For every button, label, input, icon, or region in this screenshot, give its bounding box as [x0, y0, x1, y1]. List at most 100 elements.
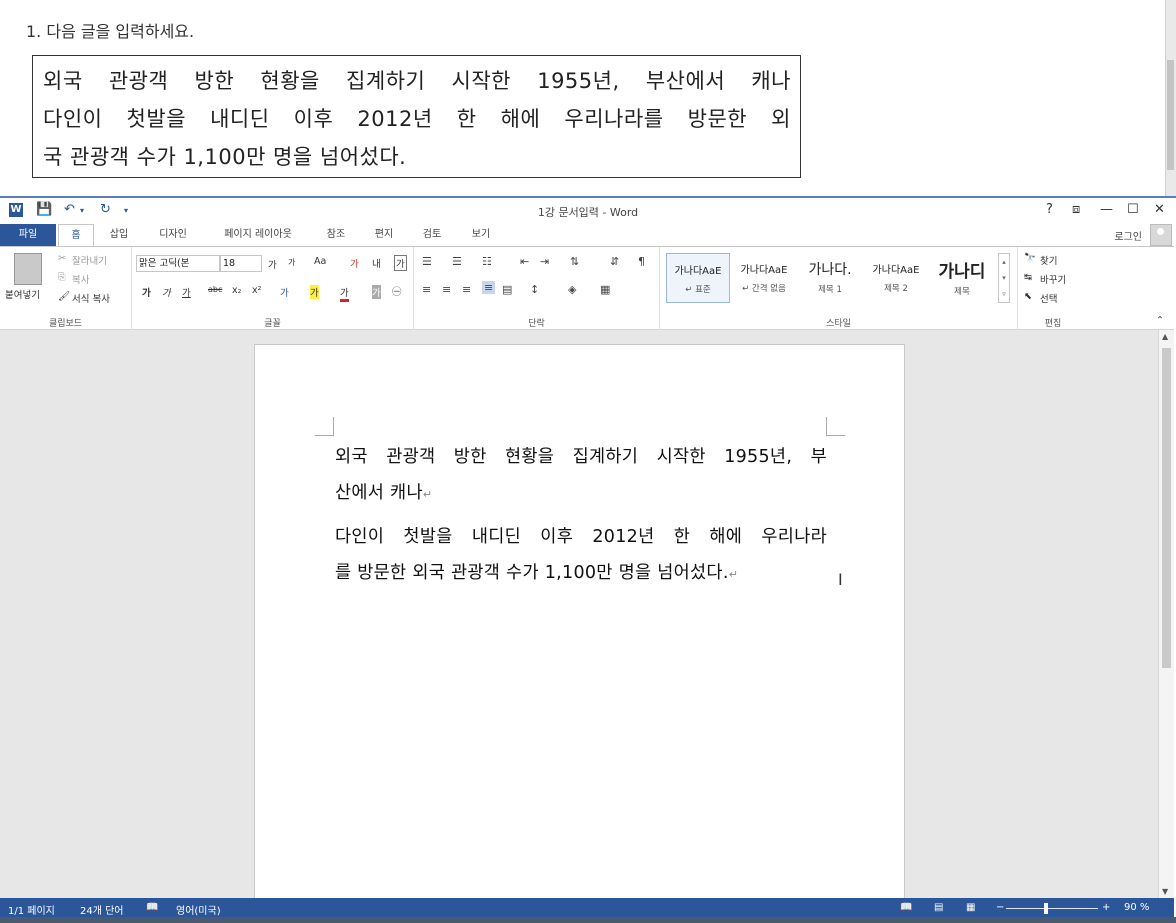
align-left-icon[interactable]: ≡: [422, 283, 431, 296]
text-effects-button[interactable]: 가: [280, 285, 289, 299]
font-color-button[interactable]: 가: [340, 285, 349, 302]
web-layout-icon[interactable]: ▦: [966, 902, 975, 913]
scroll-up-icon[interactable]: ▲: [1162, 332, 1168, 341]
scroll-thumb[interactable]: [1162, 348, 1171, 668]
style-sample: 가나다AaE: [674, 266, 722, 277]
decrease-indent-icon[interactable]: ⇤: [520, 255, 529, 268]
passage-line: 외국 관광객 방한 현황을 집계하기 시작한 1955년, 부산에서 캐나: [43, 69, 791, 93]
tab-references[interactable]: 참조: [316, 224, 356, 246]
grow-font-button[interactable]: 가: [268, 257, 277, 271]
document-line[interactable]: 외국 관광객 방한 현황을 집계하기 시작한 1955년, 부: [335, 443, 827, 468]
zoom-level[interactable]: 90 %: [1124, 902, 1149, 913]
style-normal[interactable]: 가나다AaE ↵ 표준: [666, 253, 730, 303]
justify-icon[interactable]: ≡: [482, 281, 496, 294]
font-name-combo[interactable]: 맑은 고딕(본: [136, 255, 220, 272]
proofing-icon[interactable]: 📖: [146, 902, 158, 913]
document-line[interactable]: 다인이 첫발을 내디딘 이후 2012년 한 해에 우리나라: [335, 523, 827, 548]
numbering-icon[interactable]: ☰: [452, 255, 462, 268]
avatar[interactable]: [1150, 224, 1172, 246]
cut-button[interactable]: 잘라내기: [72, 253, 107, 267]
style-heading-2[interactable]: 가나다AaE 제목 2: [864, 253, 928, 303]
asian-layout-icon[interactable]: ⇅: [570, 255, 579, 268]
vertical-scrollbar[interactable]: ▲ ▼: [1158, 330, 1174, 898]
select-icon: ⬉: [1024, 291, 1032, 302]
increase-indent-icon[interactable]: ⇥: [540, 255, 549, 268]
style-no-spacing[interactable]: 가나다AaE ↵ 간격 없음: [732, 253, 796, 303]
paste-button[interactable]: 붙여넣기: [5, 287, 40, 301]
copy-icon: ⎘: [58, 272, 66, 283]
underline-button[interactable]: 가: [182, 285, 191, 299]
minimize-button[interactable]: —: [1100, 202, 1113, 217]
tab-review[interactable]: 검토: [412, 224, 452, 246]
word-count[interactable]: 24개 단어: [80, 902, 124, 917]
find-button[interactable]: 찾기: [1040, 253, 1057, 267]
scroll-down-icon[interactable]: ▼: [1162, 887, 1168, 896]
replace-button[interactable]: 바꾸기: [1040, 272, 1066, 286]
clear-formatting-button[interactable]: 가: [350, 256, 359, 270]
document-area[interactable]: 외국 관광객 방한 현황을 집계하기 시작한 1955년, 부 산에서 캐나↵ …: [0, 330, 1158, 898]
tab-insert[interactable]: 삽입: [100, 224, 138, 246]
italic-button[interactable]: 가: [162, 285, 171, 299]
tab-design[interactable]: 디자인: [146, 224, 200, 246]
show-marks-icon[interactable]: ¶: [638, 255, 645, 268]
phonetic-guide-button[interactable]: 내: [372, 256, 381, 270]
sheet-scrollbar[interactable]: [1165, 0, 1176, 196]
bold-button[interactable]: 가: [142, 285, 151, 299]
character-border-button[interactable]: 가: [394, 255, 407, 271]
tab-home[interactable]: 홈: [58, 224, 94, 247]
maximize-button[interactable]: ☐: [1127, 202, 1139, 217]
zoom-slider-thumb[interactable]: [1044, 903, 1048, 914]
document-line[interactable]: 산에서 캐나↵: [335, 479, 827, 504]
shading-icon[interactable]: ◈: [568, 283, 576, 296]
close-button[interactable]: ✕: [1154, 202, 1165, 217]
style-title[interactable]: 가나디 제목: [930, 253, 994, 303]
paragraph-mark: ↵: [422, 488, 433, 501]
character-shading-button[interactable]: 가: [372, 285, 381, 299]
line-spacing-icon[interactable]: ↕: [530, 283, 539, 296]
style-name: 제목 1: [818, 285, 842, 295]
superscript-button[interactable]: x²: [252, 285, 261, 296]
page-count[interactable]: 1/1 페이지: [8, 902, 55, 917]
style-heading-1[interactable]: 가나다. 제목 1: [798, 253, 862, 303]
shrink-font-button[interactable]: 가: [288, 257, 295, 268]
login-link[interactable]: 로그인: [1114, 228, 1142, 243]
multilevel-list-icon[interactable]: ☷: [482, 255, 492, 268]
subscript-button[interactable]: x₂: [232, 285, 241, 296]
borders-icon[interactable]: ▦: [600, 283, 610, 296]
read-mode-icon[interactable]: 📖: [900, 902, 912, 913]
sort-icon[interactable]: ⇵: [610, 255, 619, 268]
tab-view[interactable]: 보기: [460, 224, 502, 246]
zoom-slider[interactable]: [1006, 908, 1098, 909]
document-line[interactable]: 를 방문한 외국 관광객 수가 1,100만 명을 넘어섰다.↵: [335, 559, 827, 584]
print-layout-icon[interactable]: ▤: [934, 902, 943, 913]
select-button[interactable]: 선택: [1040, 291, 1057, 305]
distributed-icon[interactable]: ▤: [502, 283, 512, 296]
change-case-button[interactable]: Aa: [314, 256, 326, 267]
language-indicator[interactable]: 영어(미국): [176, 902, 221, 917]
ribbon-display-button[interactable]: ⧈: [1072, 202, 1080, 217]
align-right-icon[interactable]: ≡: [462, 283, 471, 296]
styles-scroll[interactable]: ▴ ▾ ▿: [998, 253, 1010, 303]
copy-button[interactable]: 복사: [72, 272, 89, 286]
tab-file[interactable]: 파일: [0, 224, 56, 246]
font-group: 맑은 고딕(본 18 가 가 Aa 가 내 가 가 가 가 abc x₂ x² …: [132, 247, 414, 331]
styles-group: 가나다AaE ↵ 표준 가나다AaE ↵ 간격 없음 가나다. 제목 1 가나다…: [660, 247, 1018, 331]
passage-line: 국 관광객 수가 1,100만 명을 넘어섰다.: [43, 145, 407, 169]
sheet-scroll-thumb[interactable]: [1167, 60, 1174, 170]
paste-icon[interactable]: [14, 253, 42, 285]
font-size-combo[interactable]: 18: [220, 255, 262, 272]
zoom-out-button[interactable]: −: [996, 902, 1004, 913]
highlight-button[interactable]: 가: [310, 285, 319, 299]
enclose-characters-button[interactable]: ㊀: [392, 284, 402, 298]
bullets-icon[interactable]: ☰: [422, 255, 432, 268]
tab-mailings[interactable]: 편지: [364, 224, 404, 246]
align-center-icon[interactable]: ≡: [442, 283, 451, 296]
document-page[interactable]: 외국 관광객 방한 현황을 집계하기 시작한 1955년, 부 산에서 캐나↵ …: [254, 344, 905, 898]
format-painter-button[interactable]: 서식 복사: [72, 291, 110, 305]
style-sample: 가나다AaE: [740, 265, 788, 276]
tab-page-layout[interactable]: 페이지 레이아웃: [208, 224, 308, 246]
zoom-in-button[interactable]: +: [1102, 902, 1110, 913]
help-button[interactable]: ?: [1046, 202, 1053, 217]
strikethrough-button[interactable]: abc: [208, 285, 222, 294]
collapse-ribbon-icon[interactable]: ⌃: [1156, 315, 1164, 326]
